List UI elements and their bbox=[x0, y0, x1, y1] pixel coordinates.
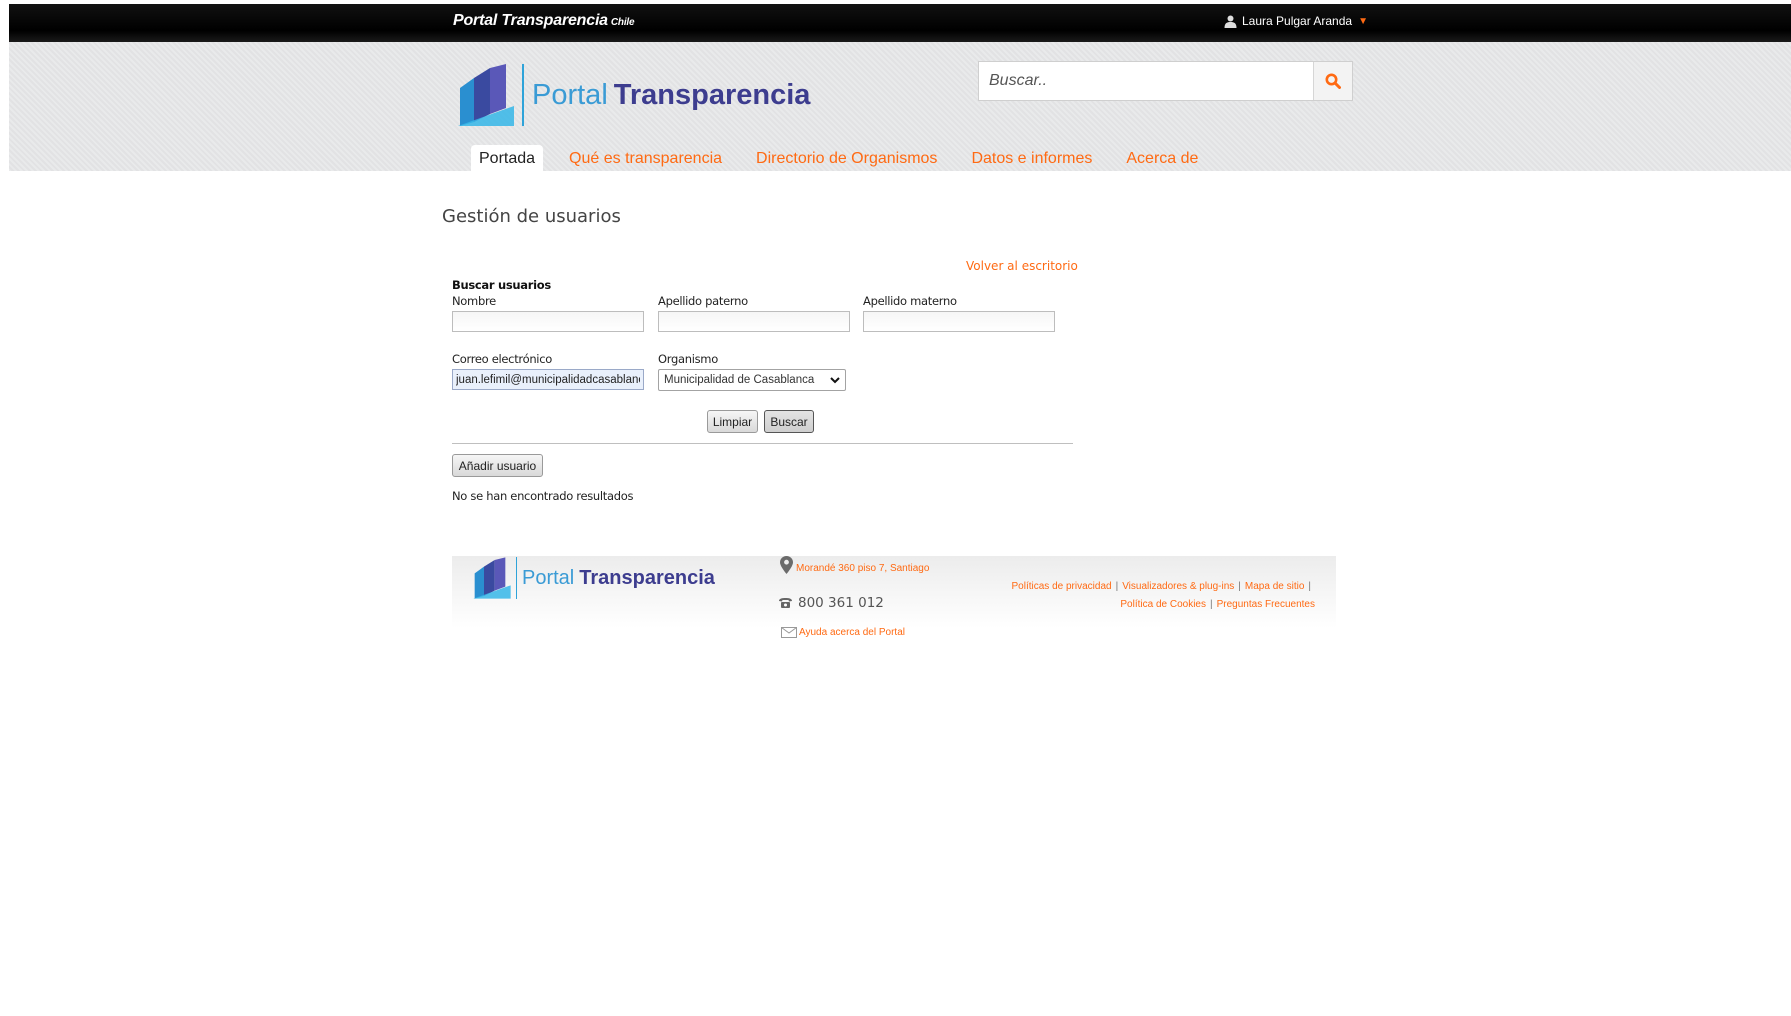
tab-directorio-organismos[interactable]: Directorio de Organismos bbox=[756, 145, 937, 173]
logo-mark-icon bbox=[458, 64, 514, 126]
viewers-plugins-link[interactable]: Visualizadores & plug-ins bbox=[1122, 581, 1234, 592]
logo-divider bbox=[522, 64, 524, 126]
top-brand-suffix: Chile bbox=[610, 17, 635, 28]
divider bbox=[452, 443, 1073, 444]
add-user-button[interactable]: Añadir usuario bbox=[452, 454, 543, 477]
clear-button[interactable]: Limpiar bbox=[707, 410, 758, 433]
link-separator: | bbox=[1238, 581, 1241, 592]
apellido-paterno-input[interactable] bbox=[658, 311, 850, 332]
link-separator: | bbox=[1210, 599, 1213, 610]
footer-logo-text-light: Portal bbox=[522, 566, 575, 589]
map-pin-icon bbox=[780, 556, 793, 574]
email-field[interactable] bbox=[452, 369, 644, 390]
logo-mark-icon bbox=[473, 557, 511, 599]
tab-que-es-transparencia[interactable]: Qué es transparencia bbox=[569, 145, 722, 173]
user-icon bbox=[1224, 15, 1237, 28]
footer-logo-divider bbox=[516, 557, 517, 599]
back-to-desktop-link[interactable]: Volver al escritorio bbox=[966, 259, 1078, 273]
tab-acerca-de[interactable]: Acerca de bbox=[1126, 145, 1198, 173]
link-separator: | bbox=[1115, 581, 1119, 592]
search-users-button[interactable]: Buscar bbox=[764, 410, 814, 433]
chevron-down-icon: ▼ bbox=[1358, 15, 1368, 27]
search-box bbox=[978, 61, 1353, 101]
footer-logo[interactable]: Portal Transparencia bbox=[472, 557, 715, 599]
correo-label: Correo electrónico bbox=[452, 352, 552, 366]
logo-text: Portal Transparencia bbox=[532, 79, 810, 112]
nombre-label: Nombre bbox=[452, 294, 496, 308]
footer-phone-text: 800 361 012 bbox=[798, 595, 884, 611]
footer-address-text: Morandé 360 piso 7, Santiago bbox=[796, 563, 930, 574]
footer-logo-text-bold: Transparencia bbox=[579, 566, 715, 589]
tab-datos-informes[interactable]: Datos e informes bbox=[971, 145, 1092, 173]
apellido-materno-input[interactable] bbox=[863, 311, 1055, 332]
phone-icon bbox=[779, 598, 792, 608]
footer-logo-text: Portal Transparencia bbox=[522, 567, 715, 590]
organismo-selected-value: Municipalidad de Casablanca bbox=[664, 374, 815, 386]
user-menu[interactable]: Laura Pulgar Aranda ▼ bbox=[1224, 14, 1368, 28]
link-separator: | bbox=[1308, 581, 1311, 592]
logo-text-bold: Transparencia bbox=[613, 78, 811, 111]
organismo-label: Organismo bbox=[658, 352, 718, 366]
tab-portada[interactable]: Portada bbox=[471, 145, 544, 173]
search-users-heading: Buscar usuarios bbox=[452, 278, 551, 292]
nombre-input[interactable] bbox=[452, 311, 644, 332]
top-bar bbox=[9, 4, 1791, 42]
cookie-policy-link[interactable]: Política de Cookies bbox=[1120, 599, 1206, 610]
footer-address[interactable]: Morandé 360 piso 7, Santiago bbox=[780, 556, 929, 574]
page-title: Gestión de usuarios bbox=[442, 206, 621, 227]
footer-links: Políticas de privacidad | Visualizadores &… bbox=[990, 578, 1315, 614]
privacy-policy-link[interactable]: Políticas de privacidad bbox=[1012, 581, 1112, 592]
chevron-down-icon bbox=[830, 376, 840, 383]
site-logo[interactable]: Portal Transparencia bbox=[456, 64, 810, 126]
search-icon bbox=[1325, 73, 1341, 89]
search-button[interactable] bbox=[1313, 62, 1352, 100]
user-name: Laura Pulgar Aranda bbox=[1242, 14, 1353, 28]
footer-phone: 800 361 012 bbox=[778, 595, 884, 611]
organismo-select[interactable]: Municipalidad de Casablanca bbox=[658, 369, 846, 391]
main-nav: Portada Qué es transparencia Directorio … bbox=[471, 145, 1232, 173]
footer-links-row-2: Política de Cookies | Preguntas Frecuentes bbox=[990, 596, 1315, 614]
top-brand-title: Portal Transparencia bbox=[453, 12, 608, 29]
footer-help-text: Ayuda acerca del Portal bbox=[799, 627, 905, 638]
apellido-paterno-label: Apellido paterno bbox=[658, 294, 748, 308]
search-input[interactable] bbox=[979, 62, 1313, 100]
footer-help-link[interactable]: Ayuda acerca del Portal bbox=[781, 627, 905, 638]
footer-links-row-1: Políticas de privacidad | Visualizadores &… bbox=[990, 578, 1315, 596]
sitemap-link[interactable]: Mapa de sitio bbox=[1245, 581, 1304, 592]
top-brand[interactable]: Portal Transparencia Chile bbox=[453, 12, 635, 30]
envelope-icon bbox=[781, 627, 797, 638]
logo-text-light: Portal bbox=[532, 78, 608, 111]
no-results-message: No se han encontrado resultados bbox=[452, 489, 634, 503]
faq-link[interactable]: Preguntas Frecuentes bbox=[1217, 599, 1315, 610]
apellido-materno-label: Apellido materno bbox=[863, 294, 957, 308]
